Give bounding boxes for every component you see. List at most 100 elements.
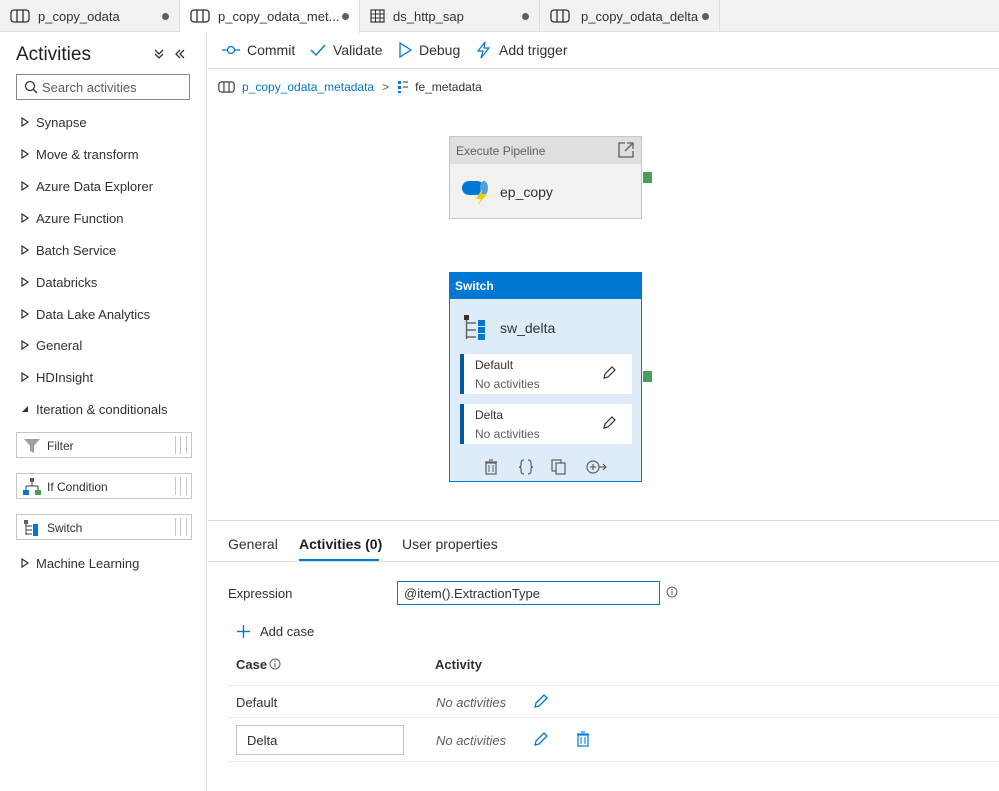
table-icon bbox=[370, 9, 385, 23]
lightning-icon bbox=[476, 41, 491, 59]
category-move-transform[interactable]: Move & transform bbox=[20, 144, 139, 164]
commit-button[interactable]: Commit bbox=[222, 40, 295, 60]
checkmark-icon bbox=[310, 44, 326, 57]
caret-right-icon bbox=[21, 245, 30, 255]
validate-label: Validate bbox=[333, 42, 383, 58]
open-external-icon[interactable] bbox=[617, 141, 635, 159]
category-data-lake-analytics[interactable]: Data Lake Analytics bbox=[20, 304, 150, 324]
execute-pipeline-icon bbox=[462, 181, 488, 205]
category-label: Synapse bbox=[36, 114, 87, 130]
expression-input[interactable] bbox=[397, 581, 660, 605]
search-icon bbox=[24, 80, 38, 94]
case-name: Delta bbox=[475, 408, 504, 422]
node-name: ep_copy bbox=[500, 184, 553, 200]
category-azure-data-explorer[interactable]: Azure Data Explorer bbox=[20, 176, 153, 196]
category-azure-function[interactable]: Azure Function bbox=[20, 208, 123, 228]
double-chevron-down-icon[interactable] bbox=[153, 48, 165, 60]
switch-icon bbox=[464, 315, 485, 340]
breadcrumb: p_copy_odata_metadata > fe_metadata bbox=[218, 78, 482, 96]
switch-icon bbox=[24, 520, 38, 536]
breadcrumb-pipeline-link[interactable]: p_copy_odata_metadata bbox=[242, 80, 374, 94]
activity-label: Filter bbox=[47, 439, 74, 453]
drag-handle-icon[interactable] bbox=[175, 436, 187, 454]
caret-right-icon bbox=[21, 277, 30, 287]
add-case-button[interactable]: Add case bbox=[236, 622, 314, 640]
node-type-label: Execute Pipeline bbox=[456, 144, 546, 158]
case-delta-box[interactable]: Delta No activities bbox=[460, 404, 632, 444]
caret-right-icon bbox=[21, 181, 30, 191]
category-synapse[interactable]: Synapse bbox=[20, 112, 87, 132]
case-activities: No activities bbox=[475, 377, 540, 391]
category-general[interactable]: General bbox=[20, 335, 82, 355]
info-icon[interactable] bbox=[269, 658, 281, 670]
if-condition-icon bbox=[23, 478, 41, 495]
drag-handle-icon[interactable] bbox=[175, 518, 187, 536]
category-label: Azure Function bbox=[36, 210, 124, 226]
case-name: Default bbox=[475, 358, 514, 372]
properties-panel: General Activities (0) User properties E… bbox=[208, 520, 999, 791]
pencil-icon[interactable] bbox=[602, 416, 616, 430]
delete-icon[interactable] bbox=[576, 731, 590, 747]
breadcrumb-separator: > bbox=[382, 80, 390, 94]
case-name-input[interactable] bbox=[236, 725, 404, 755]
table-divider bbox=[228, 685, 999, 686]
search-activities-box bbox=[16, 74, 190, 100]
column-header-case: Case bbox=[236, 657, 268, 672]
case-default-box[interactable]: Default No activities bbox=[460, 354, 632, 394]
activity-if-condition[interactable]: If Condition bbox=[16, 473, 192, 499]
unsaved-dot-icon bbox=[522, 13, 529, 20]
success-port[interactable] bbox=[643, 371, 652, 382]
delete-icon[interactable] bbox=[484, 459, 498, 475]
category-batch-service[interactable]: Batch Service bbox=[20, 240, 116, 260]
pencil-icon[interactable] bbox=[533, 731, 549, 747]
activities-pane: Activities Synapse Move & transform A bbox=[0, 32, 207, 791]
pipeline-icon bbox=[190, 9, 210, 23]
execute-pipeline-node[interactable]: Execute Pipeline ep_copy bbox=[449, 136, 642, 219]
tab-p-copy-odata-metadata[interactable]: p_copy_odata_met... bbox=[180, 0, 360, 33]
category-machine-learning[interactable]: Machine Learning bbox=[20, 553, 139, 573]
copy-icon[interactable] bbox=[551, 459, 567, 475]
tab-ds-http-sap[interactable]: ds_http_sap bbox=[360, 0, 540, 32]
category-label: Move & transform bbox=[36, 146, 139, 162]
info-icon[interactable] bbox=[666, 586, 678, 598]
category-label: General bbox=[36, 337, 83, 353]
add-trigger-button[interactable]: Add trigger bbox=[476, 40, 567, 60]
category-label: Data Lake Analytics bbox=[36, 306, 151, 322]
tab-general[interactable]: General bbox=[228, 536, 278, 552]
pencil-icon[interactable] bbox=[533, 693, 549, 709]
add-output-icon[interactable] bbox=[585, 459, 607, 475]
tab-user-properties[interactable]: User properties bbox=[402, 536, 498, 552]
activity-switch[interactable]: Switch bbox=[16, 514, 192, 540]
drag-handle-icon[interactable] bbox=[175, 477, 187, 495]
switch-node[interactable]: Switch sw_delta Default No activities De… bbox=[449, 272, 642, 482]
commit-label: Commit bbox=[247, 42, 296, 58]
editor-tab-strip: p_copy_odata p_copy_odata_met... ds_http… bbox=[0, 0, 999, 33]
activity-filter[interactable]: Filter bbox=[16, 432, 192, 458]
pipeline-icon bbox=[10, 9, 30, 23]
debug-button[interactable]: Debug bbox=[398, 40, 460, 60]
tab-p-copy-odata[interactable]: p_copy_odata bbox=[0, 0, 180, 32]
category-iteration-conditionals[interactable]: Iteration & conditionals bbox=[20, 399, 168, 419]
category-databricks[interactable]: Databricks bbox=[20, 272, 97, 292]
caret-right-icon bbox=[21, 309, 30, 319]
success-port[interactable] bbox=[643, 172, 652, 183]
node-header: Switch bbox=[450, 273, 641, 299]
caret-right-icon bbox=[21, 340, 30, 350]
unsaved-dot-icon bbox=[702, 13, 709, 20]
unsaved-dot-icon bbox=[162, 13, 169, 20]
caret-expanded-icon bbox=[22, 406, 28, 412]
search-activities-input[interactable] bbox=[42, 78, 182, 96]
validate-button[interactable]: Validate bbox=[310, 40, 383, 60]
activity-label: If Condition bbox=[47, 480, 108, 494]
unsaved-dot-icon bbox=[342, 13, 349, 20]
caret-right-icon bbox=[21, 372, 30, 382]
double-chevron-left-icon[interactable] bbox=[174, 48, 186, 60]
code-braces-icon[interactable] bbox=[518, 459, 534, 475]
category-label: Iteration & conditionals bbox=[36, 401, 168, 417]
tab-p-copy-odata-delta[interactable]: p_copy_odata_delta bbox=[540, 0, 720, 32]
category-hdinsight[interactable]: HDInsight bbox=[20, 367, 93, 387]
play-icon bbox=[399, 42, 412, 58]
pencil-icon[interactable] bbox=[602, 366, 616, 380]
tab-activities[interactable]: Activities (0) bbox=[299, 536, 382, 552]
expression-label: Expression bbox=[228, 586, 293, 601]
